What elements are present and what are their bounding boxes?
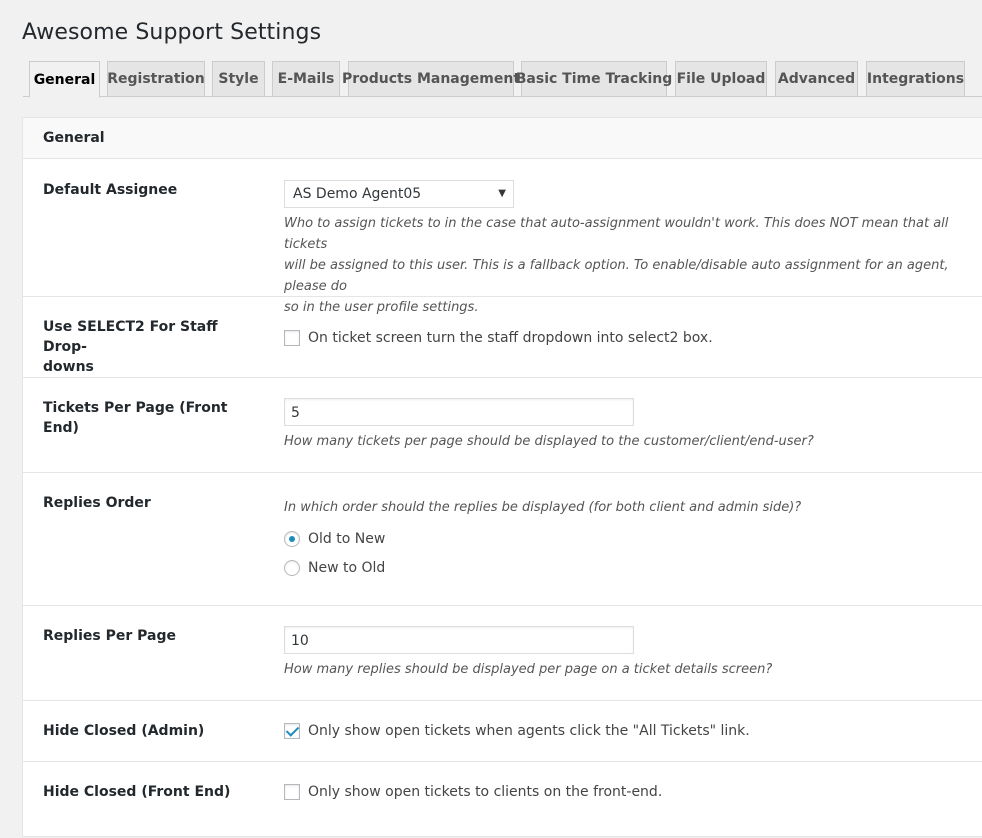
tab-emails[interactable]: E-Mails [272,61,340,97]
tab-file-upload[interactable]: File Upload [675,61,767,97]
replies-order-label: Replies Order [43,495,151,511]
row-hide-closed-front: Hide Closed (Front End) Only show open t… [23,762,982,838]
settings-tabs: General Registration Style E-Mails Produ… [23,61,982,98]
row-replies-per-page: Replies Per Page 10 How many replies sho… [23,606,982,701]
tickets-per-page-description: How many tickets per page should be disp… [284,434,814,449]
select2-label: Use SELECT2 For Staff Drop- downs [43,317,233,377]
section-title: General [43,130,105,146]
description-line: will be assigned to this user. This is a… [284,258,949,294]
tab-advanced[interactable]: Advanced [775,61,858,97]
row-select2: Use SELECT2 For Staff Drop- downs On tic… [23,297,982,378]
hide-closed-front-checkbox[interactable] [284,784,300,800]
tab-registration[interactable]: Registration [107,61,205,97]
replies-order-description: In which order should the replies be dis… [284,500,802,515]
tab-integrations[interactable]: Integrations [866,61,965,97]
tab-style[interactable]: Style [212,61,265,97]
tickets-per-page-label: Tickets Per Page (Front End) [43,400,228,436]
replies-per-page-input[interactable]: 10 [284,626,634,654]
row-replies-order: Replies Order In which order should the … [23,473,982,606]
page-title: Awesome Support Settings [22,20,322,45]
replies-per-page-label: Replies Per Page [43,628,176,644]
radio-new-to-old[interactable] [284,560,300,576]
default-assignee-value: AS Demo Agent05 [293,186,422,202]
description-line: Who to assign tickets to in the case tha… [284,216,949,252]
hide-closed-admin-checkbox[interactable] [284,723,300,739]
radio-new-to-old-label: New to Old [308,560,386,576]
row-tickets-per-page: Tickets Per Page (Front End) 5 How many … [23,378,982,473]
hide-closed-admin-text: Only show open tickets when agents click… [308,723,750,739]
radio-old-to-new-label: Old to New [308,531,386,547]
row-default-assignee: Default Assignee AS Demo Agent05 ▼ Who t… [23,159,982,315]
default-assignee-select[interactable]: AS Demo Agent05 ▼ [284,180,514,208]
row-hide-closed-admin: Hide Closed (Admin) Only show open ticke… [23,701,982,762]
dropdown-arrow-icon: ▼ [498,188,506,199]
hide-closed-front-label: Hide Closed (Front End) [43,784,231,800]
hide-closed-admin-label: Hide Closed (Admin) [43,723,205,739]
hide-closed-front-text: Only show open tickets to clients on the… [308,784,663,800]
select2-checkbox[interactable] [284,330,300,346]
radio-old-to-new[interactable] [284,531,300,547]
tab-products-management[interactable]: Products Management [342,61,520,97]
replies-per-page-description: How many replies should be displayed per… [284,662,773,677]
select2-label-line: downs [43,359,94,375]
tickets-per-page-input[interactable]: 5 [284,398,634,426]
tab-basic-time-tracking[interactable]: Basic Time Tracking [516,61,672,97]
tab-general[interactable]: General [29,61,100,98]
default-assignee-label: Default Assignee [43,182,178,198]
select2-label-line: Use SELECT2 For Staff Drop- [43,319,218,355]
select2-text: On ticket screen turn the staff dropdown… [308,330,713,346]
section-header: General [23,118,982,159]
settings-panel: General Default Assignee AS Demo Agent05… [22,117,982,837]
